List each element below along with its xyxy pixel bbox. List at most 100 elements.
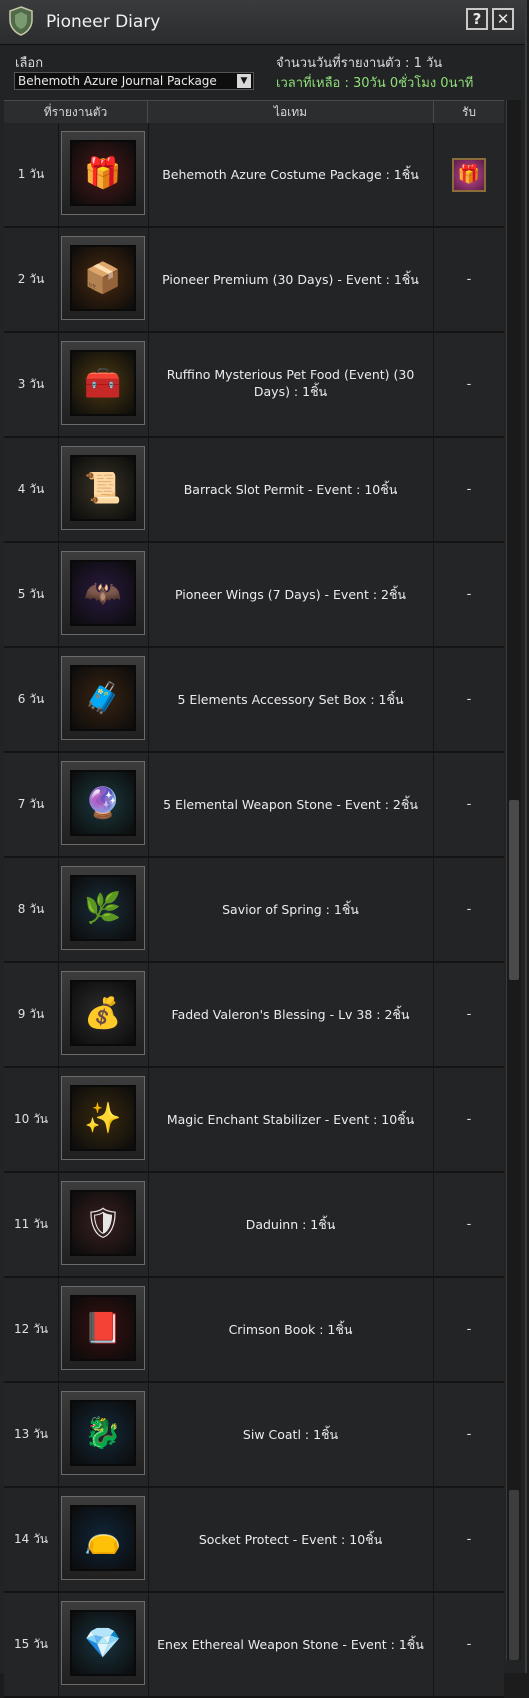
pioneer-diary-window: Pioneer Diary ? ✕ เลือก Behemoth Azure J… — [0, 0, 527, 1698]
item-icon-frame[interactable]: 💰 — [61, 971, 145, 1055]
item-icon-frame[interactable]: 🛡 — [61, 1181, 145, 1265]
receive-status: - — [466, 587, 472, 602]
wings-icon: 🦇 — [70, 560, 136, 626]
day-cell: 8 วัน — [4, 858, 59, 961]
item-name-cell: Enex Ethereal Weapon Stone - Event : 1ชิ… — [148, 1593, 434, 1696]
day-cell: 1 วัน — [4, 123, 59, 226]
receive-status: - — [466, 692, 472, 707]
receive-cell: - — [434, 1068, 504, 1171]
day-cell: 10 วัน — [4, 1068, 59, 1171]
siw-coatl-emblem-icon: 🐉 — [70, 1400, 136, 1466]
crimson-book-icon: 📕 — [70, 1295, 136, 1361]
receive-cell: - — [434, 333, 504, 436]
item-icon-frame[interactable]: ✨ — [61, 1076, 145, 1160]
receive-status: - — [466, 1322, 472, 1337]
chevron-down-icon[interactable]: ▼ — [237, 74, 251, 88]
item-name-cell: Savior of Spring : 1ชิ้น — [148, 858, 434, 961]
scroll-thumb-lower[interactable] — [509, 1490, 519, 1660]
column-header-item: ไอเทม — [148, 101, 434, 123]
item-name-cell: Siw Coatl : 1ชิ้น — [148, 1383, 434, 1486]
item-icon-frame[interactable]: 💎 — [61, 1601, 145, 1685]
item-icon-frame[interactable]: 🔮 — [61, 761, 145, 845]
receive-status: - — [466, 902, 472, 917]
item-icon-frame[interactable]: 📜 — [61, 446, 145, 530]
help-button[interactable]: ? — [466, 8, 488, 30]
item-icon-frame[interactable]: 🧰 — [61, 341, 145, 425]
day-cell: 5 วัน — [4, 543, 59, 646]
item-icon-frame[interactable]: 🦇 — [61, 551, 145, 635]
receive-cell: - — [434, 228, 504, 331]
day-cell: 14 วัน — [4, 1488, 59, 1591]
item-name-cell: Pioneer Wings (7 Days) - Event : 2ชิ้น — [148, 543, 434, 646]
item-name-cell: Faded Valeron's Blessing - Lv 38 : 2ชิ้น — [148, 963, 434, 1066]
item-icon-cell: 🐉 — [58, 1383, 149, 1486]
table-header: ที่รายงานตัว ไอเทม รับ — [4, 100, 504, 124]
day-cell: 11 วัน — [4, 1173, 59, 1276]
receive-cell: - — [434, 648, 504, 751]
receive-cell: - — [434, 438, 504, 541]
receive-status: - — [466, 377, 472, 392]
table-row: 15 วัน 💎 Enex Ethereal Weapon Stone - Even… — [4, 1593, 504, 1698]
table-row: 6 วัน 🧳 5 Elements Accessory Set Box : 1ชิ… — [4, 648, 504, 753]
header-area: เลือก Behemoth Azure Journal Package ▼ จ… — [0, 44, 525, 100]
close-button[interactable]: ✕ — [492, 8, 514, 30]
table-row: 10 วัน ✨ Magic Enchant Stabilizer - Event … — [4, 1068, 504, 1173]
item-icon-frame[interactable]: 🧳 — [61, 656, 145, 740]
table-row: 3 วัน 🧰 Ruffino Mysterious Pet Food (Event… — [4, 333, 504, 438]
item-icon-frame[interactable]: 🌿 — [61, 866, 145, 950]
day-cell: 7 วัน — [4, 753, 59, 856]
day-cell: 13 วัน — [4, 1383, 59, 1486]
item-icon-cell: 💎 — [58, 1593, 149, 1696]
day-cell: 6 วัน — [4, 648, 59, 751]
item-icon-cell: 🧰 — [58, 333, 149, 436]
receive-cell: - — [434, 1278, 504, 1381]
item-icon-cell: 🎁 — [58, 123, 149, 226]
item-icon-frame[interactable]: 📕 — [61, 1286, 145, 1370]
scroll-thumb[interactable] — [509, 800, 519, 980]
receive-cell: - — [434, 543, 504, 646]
day-cell: 4 วัน — [4, 438, 59, 541]
item-icon-cell: 👝 — [58, 1488, 149, 1591]
item-name-cell: Socket Protect - Event : 10ชิ้น — [148, 1488, 434, 1591]
item-icon-cell: 🦇 — [58, 543, 149, 646]
table-row: 7 วัน 🔮 5 Elemental Weapon Stone - Event :… — [4, 753, 504, 858]
window-title: Pioneer Diary — [46, 12, 161, 32]
gift-box-icon: 🎁 — [70, 140, 136, 206]
pink-gift-icon[interactable]: 🎁 — [452, 157, 486, 192]
item-name-cell: Magic Enchant Stabilizer - Event : 10ชิ้… — [148, 1068, 434, 1171]
select-label: เลือก — [15, 56, 44, 71]
spring-figure-icon: 🌿 — [70, 875, 136, 941]
item-name-cell: 5 Elemental Weapon Stone - Event : 2ชิ้น — [148, 753, 434, 856]
receive-cell[interactable]: 🎁 — [434, 123, 504, 226]
item-name-cell: Crimson Book : 1ชิ้น — [148, 1278, 434, 1381]
time-remaining-text: เวลาที่เหลือ : 30วัน 0ชั่วโมง 0นาที — [276, 76, 474, 91]
table-row: 1 วัน 🎁 Behemoth Azure Costume Package : 1… — [4, 123, 504, 228]
receive-status: - — [466, 1007, 472, 1022]
table-row: 5 วัน 🦇 Pioneer Wings (7 Days) - Event : 2… — [4, 543, 504, 648]
item-icon-frame[interactable]: 📦 — [61, 236, 145, 320]
day-cell: 12 วัน — [4, 1278, 59, 1381]
column-header-day: ที่รายงานตัว — [4, 101, 148, 123]
table-row: 14 วัน 👝 Socket Protect - Event : 10ชิ้น - — [4, 1488, 504, 1593]
scrollbar[interactable] — [506, 100, 521, 1660]
item-icon-frame[interactable]: 🐉 — [61, 1391, 145, 1475]
receive-status: - — [466, 1637, 472, 1652]
enchant-pouch-icon: ✨ — [70, 1085, 136, 1151]
reward-list: 1 วัน 🎁 Behemoth Azure Costume Package : 1… — [4, 123, 504, 1698]
item-icon-cell: 📦 — [58, 228, 149, 331]
receive-status: - — [466, 482, 472, 497]
day-cell: 9 วัน — [4, 963, 59, 1066]
dropdown-value: Behemoth Azure Journal Package — [18, 74, 217, 88]
table-row: 2 วัน 📦 Pioneer Premium (30 Days) - Event … — [4, 228, 504, 333]
package-dropdown[interactable]: Behemoth Azure Journal Package ▼ — [14, 72, 254, 90]
table-row: 8 วัน 🌿 Savior of Spring : 1ชิ้น - — [4, 858, 504, 963]
receive-status: - — [466, 272, 472, 287]
title-bar: Pioneer Diary ? ✕ — [0, 0, 525, 45]
item-name-cell: Daduinn : 1ชิ้น — [148, 1173, 434, 1276]
receive-cell: - — [434, 1383, 504, 1486]
item-icon-cell: 📜 — [58, 438, 149, 541]
socket-pouch-icon: 👝 — [70, 1505, 136, 1571]
receive-cell: - — [434, 753, 504, 856]
item-icon-frame[interactable]: 👝 — [61, 1496, 145, 1580]
item-icon-frame[interactable]: 🎁 — [61, 131, 145, 215]
